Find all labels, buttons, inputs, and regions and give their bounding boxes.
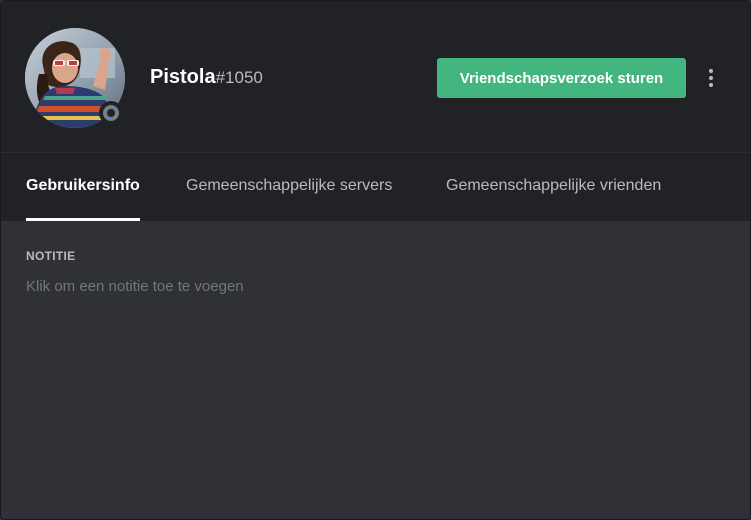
profile-body: NOTITIE [1,221,750,519]
name-tag[interactable]: Pistola#1050 [150,64,263,91]
tab-mutual-friends[interactable]: Gemeenschappelijke vrienden [446,153,661,221]
status-hole [107,109,115,117]
tab-user-info[interactable]: Gebruikersinfo [26,153,140,221]
offline-status-icon [103,105,119,121]
vertical-ellipsis-icon [709,69,713,73]
tab-mutual-servers-label: Gemeenschappelijke servers [186,177,393,194]
profile-header: Pistola#1050 Vriendschapsverzoek sturen … [1,1,750,221]
note-heading: NOTITIE [26,249,76,263]
avatar-container[interactable] [25,28,125,128]
vertical-ellipsis-icon-dot [709,83,713,87]
discriminator: #1050 [215,68,263,87]
username: Pistola [150,66,216,88]
more-options-button[interactable] [701,65,721,91]
tab-user-info-label: Gebruikersinfo [26,177,140,194]
tab-mutual-servers[interactable]: Gemeenschappelijke servers [186,153,392,221]
user-profile-modal: Pistola#1050 Vriendschapsverzoek sturen … [0,0,751,520]
status-indicator [99,101,123,125]
tab-bar: Gebruikersinfo Gemeenschappelijke server… [1,153,750,221]
note-input[interactable] [25,274,727,298]
tab-mutual-friends-label: Gemeenschappelijke vrienden [446,177,662,194]
send-friend-request-label: Vriendschapsverzoek sturen [459,69,664,87]
vertical-ellipsis-icon-dot [709,76,713,80]
send-friend-request-button[interactable]: Vriendschapsverzoek sturen [437,58,686,98]
